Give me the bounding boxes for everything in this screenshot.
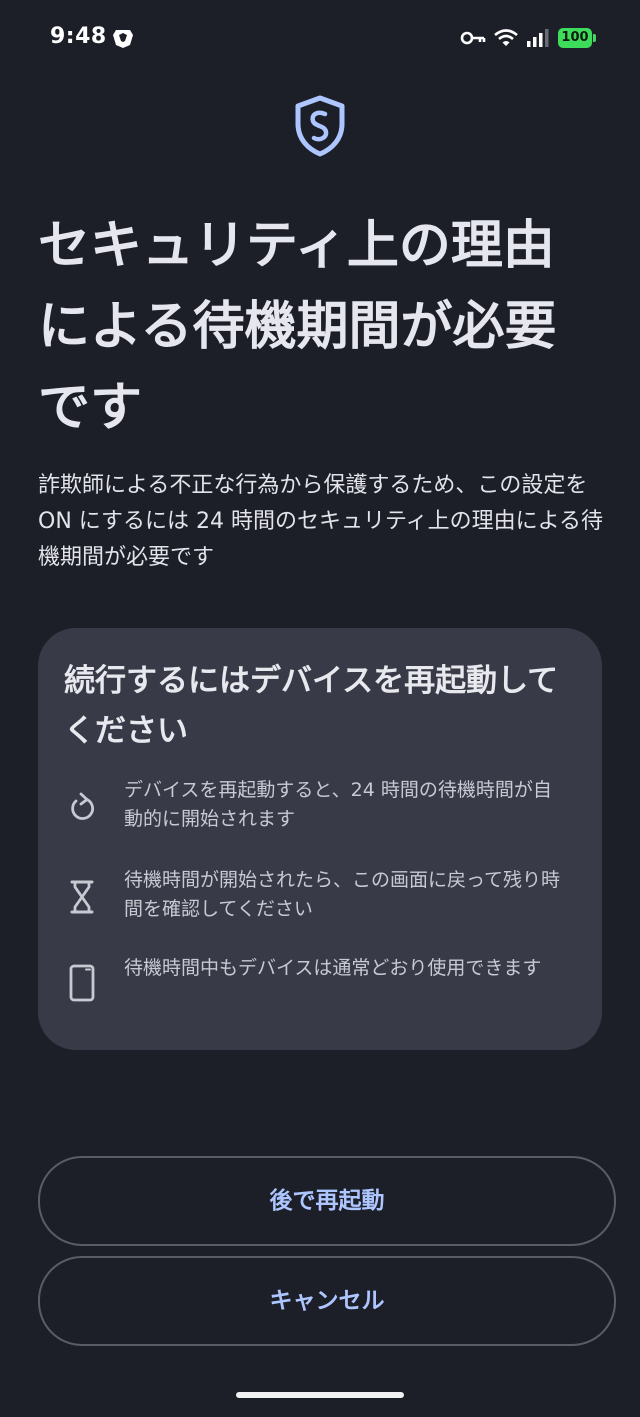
info-text-phone: 待機時間中もデバイスは通常どおり使用できます xyxy=(124,957,542,979)
restart-info-card: 続行するにはデバイスを再起動してください デバイスを再起動すると、24 時間の待… xyxy=(38,628,602,1050)
key-icon xyxy=(460,31,486,45)
battery-icon: 100 xyxy=(558,28,596,48)
brave-icon xyxy=(113,30,133,48)
restart-icon xyxy=(71,792,94,820)
cancel-button[interactable]: キャンセル xyxy=(38,1256,616,1346)
battery-level: 100 xyxy=(561,30,589,45)
wifi-icon xyxy=(494,29,518,46)
shield-icon xyxy=(295,95,345,157)
restart-later-button[interactable]: 後で再起動 xyxy=(38,1156,616,1246)
card-title: 続行するにはデバイスを再起動してください xyxy=(64,663,559,749)
phone-icon xyxy=(69,964,95,1002)
status-time: 9:48 xyxy=(50,24,107,49)
signal-icon xyxy=(527,29,549,47)
page-title: セキュリティ上の理由による待機期間が必要です xyxy=(38,216,557,438)
status-bar: 9:48 100 xyxy=(0,0,640,74)
info-text-restart: デバイスを再起動すると、24 時間の待機時間が自動的に開始されます xyxy=(124,779,552,830)
hourglass-icon xyxy=(70,880,94,914)
status-icons: 100 xyxy=(460,26,596,50)
home-indicator[interactable] xyxy=(236,1392,404,1398)
description: 詐欺師による不正な行為から保護するため、この設定を ON にするには 24 時間… xyxy=(38,473,603,570)
info-text-hourglass: 待機時間が開始されたら、この画面に戻って残り時間を確認してください xyxy=(124,869,561,920)
